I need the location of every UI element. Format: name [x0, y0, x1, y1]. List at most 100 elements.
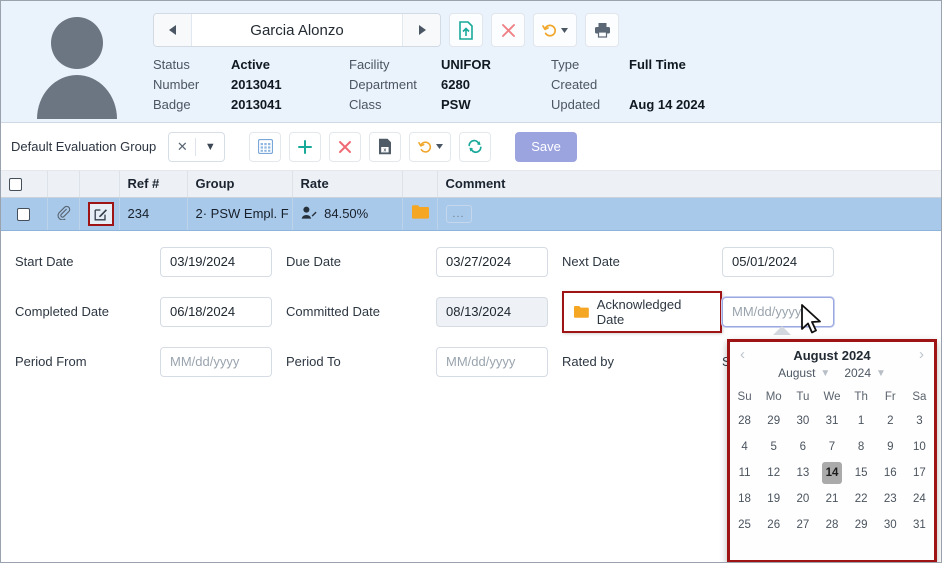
- day-cell[interactable]: 1: [847, 408, 876, 434]
- group-header[interactable]: Group: [187, 171, 293, 198]
- next-date-input[interactable]: [722, 246, 834, 277]
- day-cell[interactable]: 23: [876, 486, 905, 512]
- day-cell[interactable]: 9: [876, 434, 905, 460]
- day-cell[interactable]: 26: [759, 512, 788, 538]
- committed-date-input[interactable]: [436, 296, 548, 327]
- month-select[interactable]: August ▼: [778, 366, 830, 380]
- day-cell[interactable]: 28: [730, 408, 759, 434]
- person-avatar-icon: [37, 17, 117, 119]
- day-cell[interactable]: 29: [759, 408, 788, 434]
- meta-value: Active: [231, 57, 271, 72]
- chevron-down-icon[interactable]: ▼: [196, 141, 224, 153]
- day-cell[interactable]: 16: [876, 460, 905, 486]
- refresh-button[interactable]: [459, 131, 492, 162]
- day-cell[interactable]: 24: [905, 486, 934, 512]
- day-cell[interactable]: 15: [847, 460, 876, 486]
- chevron-right-icon[interactable]: ›: [919, 346, 924, 363]
- day-cell[interactable]: 17: [905, 460, 934, 486]
- export-excel-button[interactable]: x: [369, 131, 402, 162]
- evaluation-group-select[interactable]: ✕ ▼: [168, 131, 226, 162]
- day-cell[interactable]: 21: [817, 486, 846, 512]
- day-cell[interactable]: 5: [759, 434, 788, 460]
- history-dropdown-button[interactable]: [409, 131, 452, 162]
- day-cell[interactable]: 27: [788, 512, 817, 538]
- remove-row-button[interactable]: [329, 131, 362, 162]
- day-cell[interactable]: 18: [730, 486, 759, 512]
- row-select-cell[interactable]: [1, 197, 48, 231]
- avatar: [1, 9, 153, 122]
- day-cell[interactable]: 10: [905, 434, 934, 460]
- day-label: 11: [738, 467, 751, 479]
- period-to-field[interactable]: [436, 346, 561, 377]
- day-cell[interactable]: 29: [847, 512, 876, 538]
- print-button[interactable]: [585, 13, 619, 47]
- grid-view-button[interactable]: [249, 131, 282, 162]
- save-button[interactable]: Save: [515, 131, 577, 162]
- row-group-cell[interactable]: 2· PSW Empl. F: [187, 197, 293, 231]
- employee-name[interactable]: Garcia Alonzo: [192, 14, 402, 46]
- start-date-field[interactable]: [160, 246, 285, 277]
- refresh-icon: [468, 139, 482, 154]
- day-cell[interactable]: 13: [788, 460, 817, 486]
- next-date-field[interactable]: [722, 246, 847, 277]
- select-all-checkbox[interactable]: [9, 178, 22, 192]
- row-rate-cell[interactable]: 84.50%: [292, 197, 403, 231]
- x-icon: [501, 23, 515, 37]
- row-comment-cell[interactable]: ...: [437, 197, 941, 231]
- upload-document-button[interactable]: [449, 13, 483, 47]
- row-edit-cell[interactable]: [79, 197, 120, 231]
- chevron-left-icon[interactable]: ‹: [740, 346, 745, 363]
- comment-expand-button[interactable]: ...: [445, 204, 472, 223]
- edit-row-button[interactable]: [87, 201, 114, 226]
- day-cell[interactable]: 2: [876, 408, 905, 434]
- table-row[interactable]: 234 2· PSW Empl. F 84.50% ...: [1, 197, 941, 231]
- period-from-field[interactable]: [160, 346, 285, 377]
- day-cell[interactable]: 19: [759, 486, 788, 512]
- row-checkbox[interactable]: [17, 208, 31, 222]
- row-attachment-cell[interactable]: [47, 197, 80, 231]
- day-cell[interactable]: 11: [730, 460, 759, 486]
- acknowledged-date-field[interactable]: [722, 296, 847, 327]
- day-cell[interactable]: 12: [759, 460, 788, 486]
- committed-date-field[interactable]: [436, 296, 561, 327]
- period-to-input[interactable]: [436, 346, 548, 377]
- row-folder-cell[interactable]: [402, 197, 438, 231]
- day-cell[interactable]: 31: [905, 512, 934, 538]
- day-cell[interactable]: 3: [905, 408, 934, 434]
- add-row-button[interactable]: [289, 131, 322, 162]
- day-label: 28: [738, 415, 751, 427]
- history-dropdown-button[interactable]: [533, 13, 577, 47]
- completed-date-input[interactable]: [160, 296, 272, 327]
- acknowledged-date-input[interactable]: [722, 296, 834, 327]
- delete-record-button[interactable]: [491, 13, 525, 47]
- day-label: 6: [799, 441, 807, 453]
- row-ref-cell[interactable]: 234: [119, 197, 188, 231]
- day-cell[interactable]: 28: [817, 512, 846, 538]
- clear-selection-icon[interactable]: ✕: [169, 139, 195, 155]
- day-cell[interactable]: 30: [788, 408, 817, 434]
- day-cell[interactable]: 22: [847, 486, 876, 512]
- day-cell[interactable]: 4: [730, 434, 759, 460]
- previous-record-button[interactable]: [154, 14, 192, 46]
- start-date-input[interactable]: [160, 246, 272, 277]
- period-from-input[interactable]: [160, 346, 272, 377]
- date-picker-popup[interactable]: ‹ › August 2024 August ▼ 2024 ▼ Su Mo Tu: [727, 339, 937, 562]
- day-cell[interactable]: 8: [847, 434, 876, 460]
- day-cell[interactable]: 6: [788, 434, 817, 460]
- year-select[interactable]: 2024 ▼: [844, 366, 886, 380]
- rate-header[interactable]: Rate: [292, 171, 403, 198]
- day-cell[interactable]: 30: [876, 512, 905, 538]
- next-record-button[interactable]: [402, 14, 440, 46]
- select-all-header[interactable]: [1, 171, 48, 198]
- day-cell-selected[interactable]: 14: [817, 460, 846, 486]
- day-cell[interactable]: 7: [817, 434, 846, 460]
- ref-header[interactable]: Ref #: [119, 171, 188, 198]
- day-cell[interactable]: 31: [817, 408, 846, 434]
- completed-date-field[interactable]: [160, 296, 285, 327]
- due-date-field[interactable]: [436, 246, 561, 277]
- comment-header[interactable]: Comment: [437, 171, 941, 198]
- committed-date-label: Committed Date: [286, 304, 380, 319]
- due-date-input[interactable]: [436, 246, 548, 277]
- day-cell[interactable]: 25: [730, 512, 759, 538]
- day-cell[interactable]: 20: [788, 486, 817, 512]
